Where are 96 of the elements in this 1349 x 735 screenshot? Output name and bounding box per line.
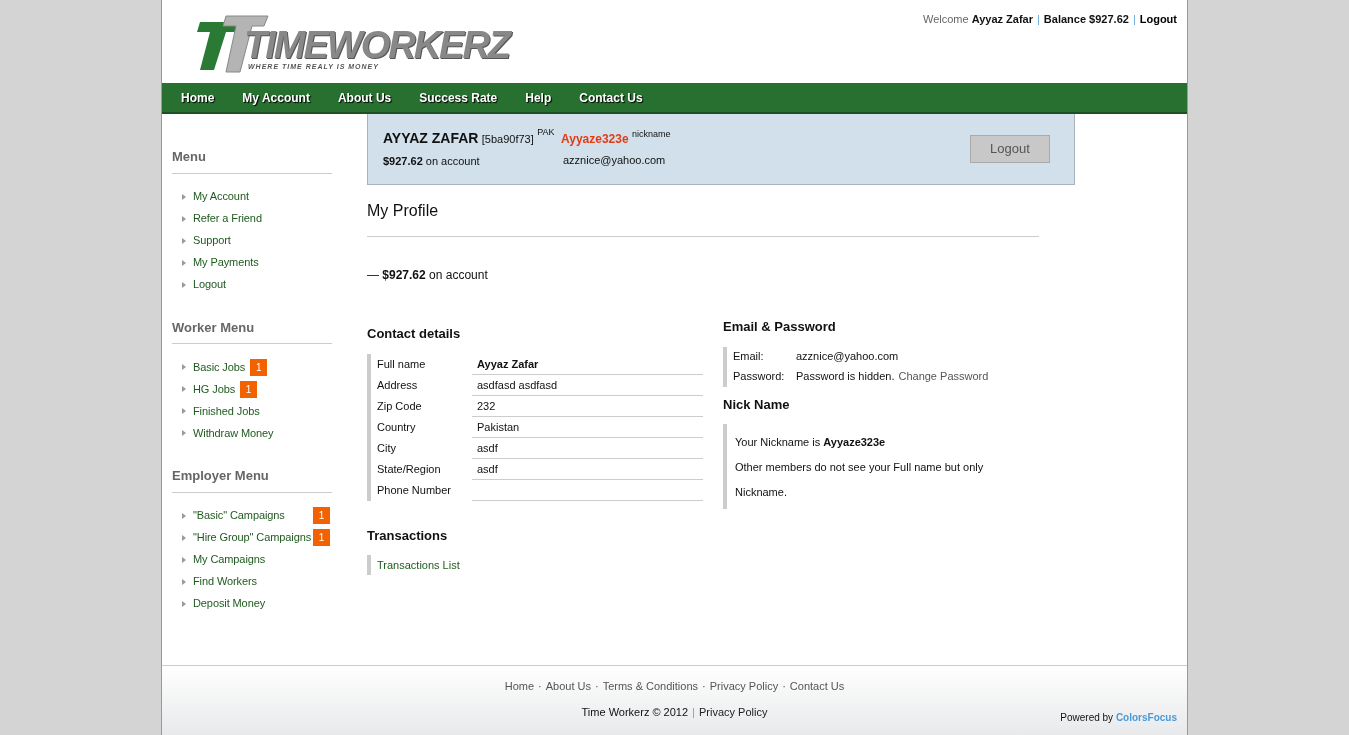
sidebar-item[interactable]: My Payments — [172, 251, 259, 274]
country-code: PAK — [537, 127, 555, 138]
arrow-icon — [182, 556, 186, 563]
arrow-icon — [182, 430, 186, 436]
transactions-link[interactable]: Transactions List — [377, 559, 460, 571]
nav-link[interactable]: Home — [181, 88, 215, 107]
balance-text: $927.62 on account — [383, 154, 481, 170]
sidebar-item[interactable]: Finished Jobs — [172, 400, 260, 422]
powered-text: Powered by — [1060, 712, 1115, 723]
arrow-icon — [182, 281, 186, 288]
privacy-link[interactable]: Privacy Policy — [698, 705, 768, 718]
arrow-icon — [182, 408, 186, 414]
footer-link[interactable]: About Us — [545, 678, 591, 695]
field-value: Password is hidden. — [796, 369, 895, 385]
sidebar-item[interactable]: My Account — [172, 185, 249, 208]
field-value: 232 — [472, 395, 703, 417]
sidebar-item[interactable]: Logout — [172, 273, 227, 296]
separator: · — [782, 679, 786, 694]
arrow-icon — [182, 215, 186, 222]
arrow-icon — [182, 578, 186, 585]
section-heading: Contact details — [367, 325, 462, 343]
field-value: asdfasd asdfasd — [472, 374, 703, 396]
separator: | — [1037, 13, 1040, 25]
section-heading: Email & Password — [723, 318, 837, 336]
count-badge: 1 — [313, 507, 330, 524]
footer-link[interactable]: Privacy Policy — [709, 678, 779, 695]
nickname-line: Your Nickname is Ayyaze323e — [735, 435, 887, 450]
sidebar-item[interactable]: My Campaigns — [172, 548, 266, 571]
nickname-text: Ayyaze323e — [561, 131, 629, 146]
nav-link[interactable]: About Us — [337, 88, 392, 107]
sidebar-item[interactable]: HG Jobs — [172, 378, 236, 400]
arrow-icon — [182, 237, 186, 244]
footer-link[interactable]: Home — [504, 678, 535, 695]
count-badge: 1 — [313, 529, 330, 546]
balance-text: Balance $927.62 — [1043, 13, 1129, 25]
section-heading: Transactions — [367, 526, 449, 545]
arrow-icon — [182, 512, 186, 519]
sidebar-item[interactable]: "Hire Group" Campaigns — [172, 526, 312, 549]
balance-line: — $927.62 on account — [367, 267, 489, 284]
field-label: Password: — [733, 369, 786, 385]
nickname-label: nickname — [631, 128, 671, 139]
user-name: Ayyaz Zafar — [971, 13, 1033, 25]
sidebar-item[interactable]: Support — [172, 229, 231, 252]
count-badge: 1 — [250, 358, 268, 376]
sidebar-item[interactable]: "Basic" Campaigns — [172, 504, 285, 527]
separator: · — [538, 679, 542, 694]
profile-name: AYYAZ ZAFAR — [383, 130, 479, 147]
field-label: Full name — [377, 356, 427, 372]
arrow-icon — [182, 386, 186, 392]
sidebar-item[interactable]: Refer a Friend — [172, 207, 262, 230]
field-label: Zip Code — [377, 398, 423, 414]
field-value: azznice@yahoo.com — [796, 349, 899, 365]
field-label: Address — [377, 377, 419, 393]
nav-link[interactable]: My Account — [242, 88, 310, 107]
arrow-icon — [182, 600, 186, 607]
logout-button[interactable]: Logout — [970, 135, 1050, 163]
email-text: azznice@yahoo.com — [562, 152, 667, 168]
section-heading: Nick Name — [723, 395, 791, 414]
field-value: Pakistan — [472, 416, 703, 438]
welcome-text: Welcome — [922, 13, 970, 25]
separator: · — [595, 679, 599, 694]
field-label: City — [377, 440, 397, 456]
nav-link[interactable]: Help — [525, 88, 552, 107]
field-label: Phone Number — [377, 482, 452, 498]
sidebar-item[interactable]: Withdraw Money — [172, 422, 274, 444]
sidebar-heading: Worker Menu — [172, 317, 332, 344]
logout-link[interactable]: Logout — [1139, 13, 1177, 25]
arrow-icon — [182, 259, 186, 266]
sidebar-item[interactable]: Find Workers — [172, 570, 257, 593]
field-label: Email: — [733, 349, 765, 365]
count-badge: 1 — [240, 380, 258, 398]
separator: | — [1132, 13, 1136, 25]
field-label: Country — [377, 419, 417, 435]
nav-link[interactable]: Success Rate — [419, 88, 498, 107]
arrow-icon — [182, 193, 186, 200]
sidebar-item[interactable]: Deposit Money — [172, 592, 266, 615]
field-label: State/Region — [377, 461, 442, 477]
separator: · — [702, 679, 706, 694]
nickname-note: Other members do not see your Full name but only Nickname. — [735, 460, 985, 500]
arrow-icon — [182, 364, 186, 370]
arrow-icon — [182, 534, 186, 541]
logo-text[interactable]: TIMEWORKERZ — [244, 26, 510, 64]
separator: | — [692, 705, 695, 718]
footer-link[interactable]: Terms & Conditions — [602, 678, 699, 695]
change-password-link[interactable]: Change Password — [898, 368, 989, 385]
sidebar-item[interactable]: Basic Jobs — [172, 356, 246, 378]
copyright-text: Time Workerz © 2012 — [581, 705, 689, 718]
field-value: asdf — [472, 458, 703, 480]
field-value: asdf — [472, 437, 703, 459]
nav-link[interactable]: Contact Us — [579, 88, 643, 107]
footer-link[interactable]: Contact Us — [789, 678, 845, 695]
page-title: My Profile — [367, 199, 1039, 237]
sidebar-heading: Employer Menu — [172, 466, 332, 493]
user-id: [5ba90f73] — [481, 133, 534, 146]
sidebar-heading: Menu — [172, 147, 332, 174]
field-value: Ayyaz Zafar — [472, 353, 703, 375]
